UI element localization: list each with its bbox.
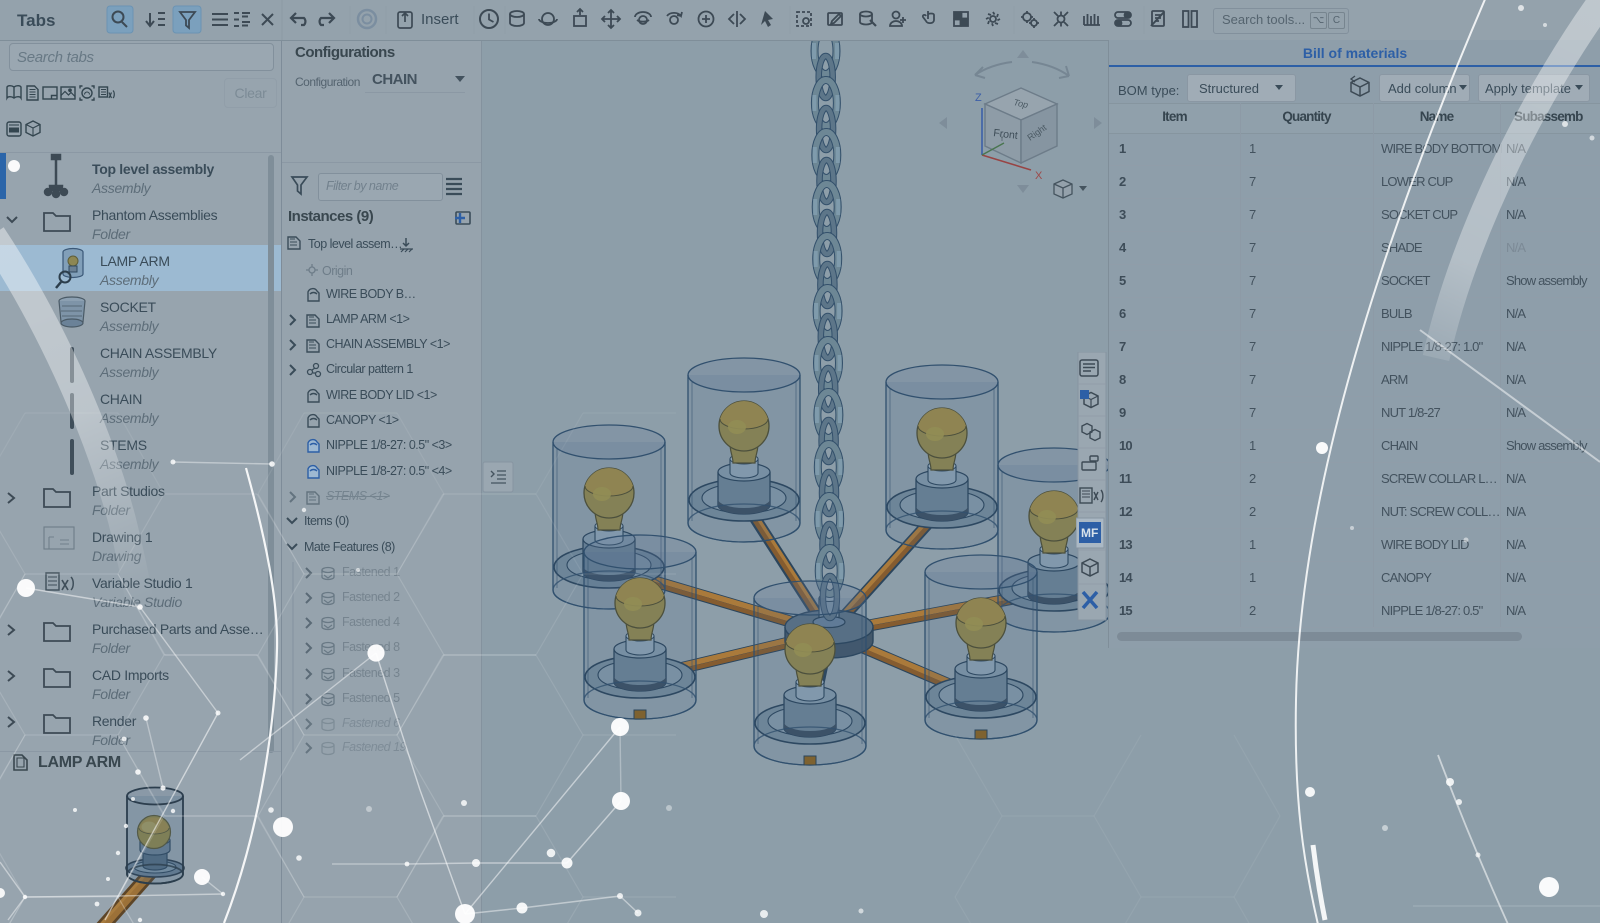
svg-text:M: M — [1081, 526, 1091, 540]
svg-text:F: F — [1091, 526, 1098, 540]
svg-text:Z: Z — [975, 92, 982, 104]
svg-text:Y: Y — [999, 133, 1005, 143]
svg-text:X: X — [1035, 170, 1043, 182]
